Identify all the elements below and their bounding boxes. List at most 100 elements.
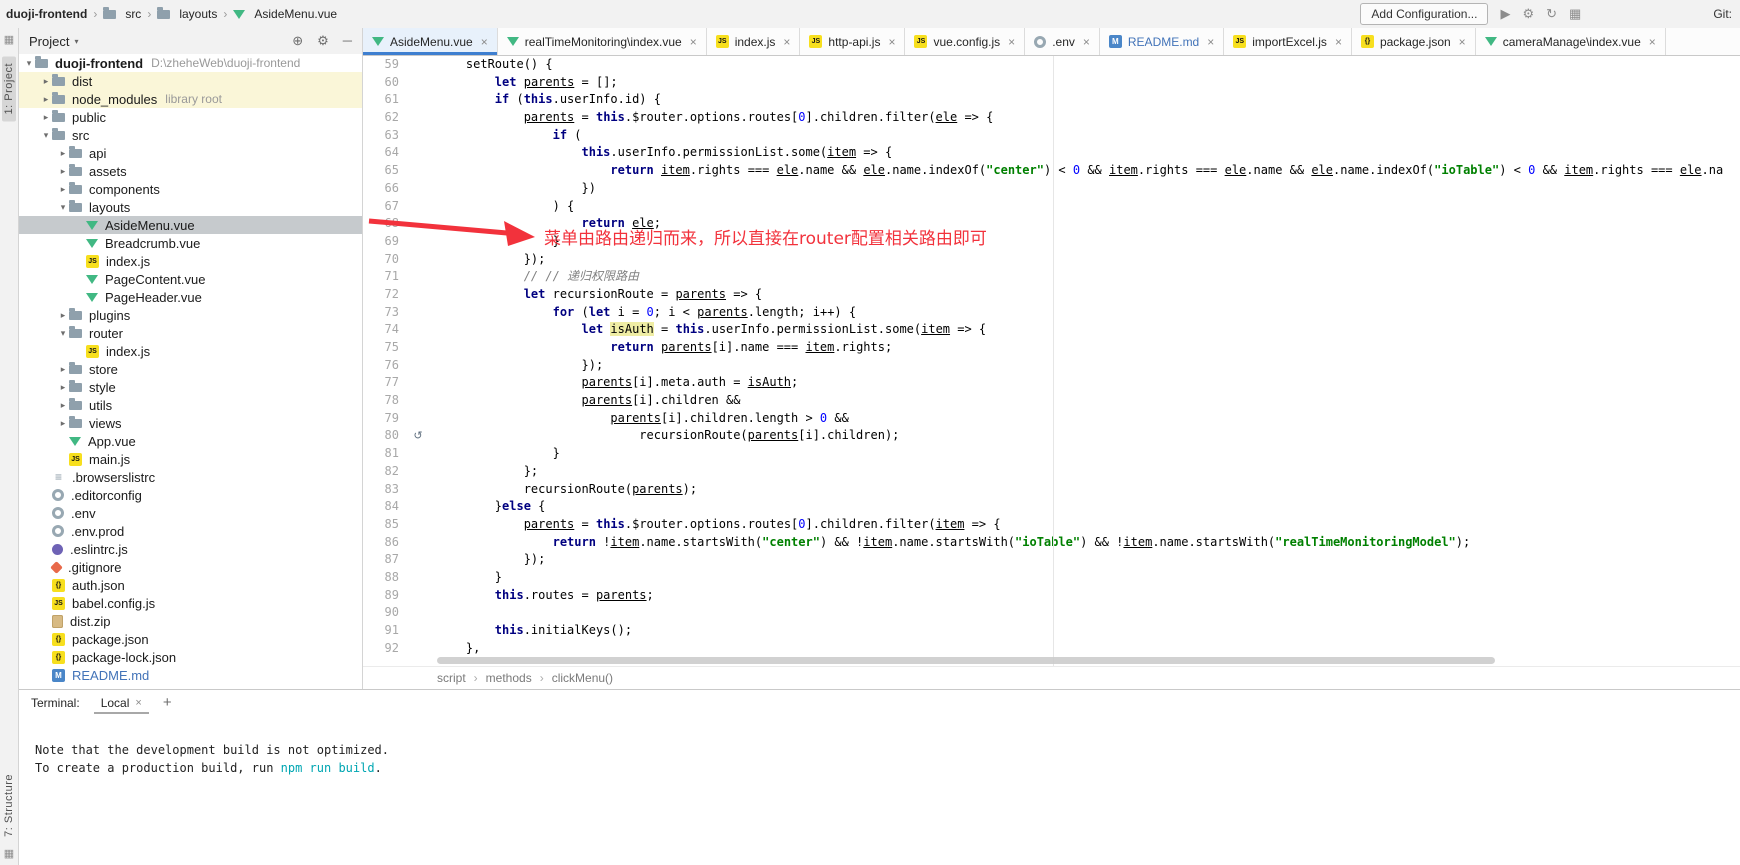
- close-icon[interactable]: ×: [888, 35, 895, 49]
- chevron-right-icon[interactable]: ▸: [57, 148, 69, 159]
- tree-item[interactable]: ▸plugins: [19, 306, 362, 324]
- code-line[interactable]: 84 }else {: [363, 498, 1740, 516]
- tree-item[interactable]: PageHeader.vue: [19, 288, 362, 306]
- breadcrumb-item[interactable]: src: [103, 7, 141, 21]
- editor-tab[interactable]: JSvue.config.js×: [905, 28, 1025, 55]
- code-line[interactable]: 86 return !item.name.startsWith("center"…: [363, 534, 1740, 552]
- code-line[interactable]: 62 parents = this.$router.options.routes…: [363, 109, 1740, 127]
- terminal-output[interactable]: Note that the development build is not o…: [19, 715, 1740, 777]
- close-icon[interactable]: ×: [481, 35, 488, 49]
- editor-tab[interactable]: JShttp-api.js×: [800, 28, 905, 55]
- tree-item[interactable]: ▸utils: [19, 396, 362, 414]
- tree-item[interactable]: {}auth.json: [19, 576, 362, 594]
- code-line[interactable]: 83 recursionRoute(parents);: [363, 481, 1740, 499]
- code-line[interactable]: 71 // // 递归权限路由: [363, 268, 1740, 286]
- chevron-right-icon[interactable]: ▸: [57, 166, 69, 177]
- code-line[interactable]: 80↺ recursionRoute(parents[i].children);: [363, 427, 1740, 445]
- code-line[interactable]: 88 }: [363, 569, 1740, 587]
- project-tool-button[interactable]: 1: Project: [2, 56, 16, 121]
- tree-item[interactable]: AsideMenu.vue: [19, 216, 362, 234]
- tree-item[interactable]: ▸api: [19, 144, 362, 162]
- tree-item[interactable]: .env.prod: [19, 522, 362, 540]
- chevron-right-icon[interactable]: ▸: [57, 310, 69, 321]
- code-line[interactable]: 73 for (let i = 0; i < parents.length; i…: [363, 304, 1740, 322]
- close-icon[interactable]: ×: [1008, 35, 1015, 49]
- breadcrumb-item[interactable]: script: [437, 671, 466, 685]
- code-line[interactable]: 79 parents[i].children.length > 0 &&: [363, 410, 1740, 428]
- settings-icon[interactable]: ⚙: [317, 33, 329, 49]
- chevron-down-icon[interactable]: ▾: [40, 130, 52, 141]
- chevron-right-icon[interactable]: ▸: [57, 184, 69, 195]
- chevron-right-icon[interactable]: ▸: [57, 364, 69, 375]
- code-line[interactable]: 59 setRoute() {: [363, 56, 1740, 74]
- code-line[interactable]: 85 parents = this.$router.options.routes…: [363, 516, 1740, 534]
- chevron-down-icon[interactable]: ▾: [57, 328, 69, 339]
- tree-item[interactable]: JSbabel.config.js: [19, 594, 362, 612]
- tree-item[interactable]: ▸views: [19, 414, 362, 432]
- editor-tab[interactable]: {}package.json×: [1352, 28, 1476, 55]
- code-line[interactable]: 63 if (: [363, 127, 1740, 145]
- locate-icon[interactable]: ⊕: [292, 33, 303, 49]
- tree-item[interactable]: ▸assets: [19, 162, 362, 180]
- chevron-right-icon[interactable]: ▸: [57, 400, 69, 411]
- chevron-down-icon[interactable]: ▾: [23, 58, 35, 69]
- code-line[interactable]: 87 });: [363, 551, 1740, 569]
- code-line[interactable]: 82 };: [363, 463, 1740, 481]
- editor-tab[interactable]: AsideMenu.vue×: [363, 28, 498, 55]
- editor-tab[interactable]: JSindex.js×: [707, 28, 801, 55]
- add-configuration-button[interactable]: Add Configuration...: [1360, 3, 1488, 25]
- code-line[interactable]: 81 }: [363, 445, 1740, 463]
- breadcrumb-item[interactable]: layouts: [157, 7, 217, 21]
- chevron-right-icon[interactable]: ▸: [57, 382, 69, 393]
- code-line[interactable]: 91 this.initialKeys();: [363, 622, 1740, 640]
- run-icon[interactable]: ▶: [1500, 6, 1510, 22]
- close-icon[interactable]: ×: [1335, 35, 1342, 49]
- chevron-right-icon[interactable]: ▸: [57, 418, 69, 429]
- code-line[interactable]: 64 this.userInfo.permissionList.some(ite…: [363, 144, 1740, 162]
- tree-item[interactable]: dist.zip: [19, 612, 362, 630]
- hide-icon[interactable]: ─: [343, 33, 352, 49]
- restore-windows-icon[interactable]: [4, 847, 14, 860]
- code-line[interactable]: 61 if (this.userInfo.id) {: [363, 91, 1740, 109]
- code-line[interactable]: 78 parents[i].children &&: [363, 392, 1740, 410]
- breadcrumb-item[interactable]: duoji-frontend: [6, 7, 87, 21]
- chevron-right-icon[interactable]: ▸: [40, 112, 52, 123]
- breadcrumb-item[interactable]: AsideMenu.vue: [233, 7, 337, 21]
- sync-icon[interactable]: ↻: [1546, 6, 1557, 22]
- editor-tab[interactable]: MREADME.md×: [1100, 28, 1224, 55]
- close-icon[interactable]: ×: [1083, 35, 1090, 49]
- settings-icon[interactable]: ⚙: [1522, 6, 1534, 22]
- tree-item[interactable]: ▸store: [19, 360, 362, 378]
- tree-item[interactable]: ▾router: [19, 324, 362, 342]
- close-icon[interactable]: ×: [783, 35, 790, 49]
- chevron-right-icon[interactable]: ▸: [40, 94, 52, 105]
- tree-item[interactable]: ▾src: [19, 126, 362, 144]
- code-line[interactable]: 72 let recursionRoute = parents => {: [363, 286, 1740, 304]
- code-line[interactable]: 67 ) {: [363, 198, 1740, 216]
- tree-item[interactable]: ▾duoji-frontendD:\zheheWeb\duoji-fronten…: [19, 54, 362, 72]
- tree-item[interactable]: .editorconfig: [19, 486, 362, 504]
- code-area[interactable]: 59 setRoute() {60 let parents = [];61 if…: [363, 56, 1740, 666]
- tree-item[interactable]: PageContent.vue: [19, 270, 362, 288]
- layout-icon[interactable]: ▦: [1569, 6, 1581, 22]
- code-line[interactable]: 65 return item.rights === ele.name && el…: [363, 162, 1740, 180]
- code-line[interactable]: 60 let parents = [];: [363, 74, 1740, 92]
- code-line[interactable]: 92 },: [363, 640, 1740, 658]
- editor-tab[interactable]: cameraManage\index.vue×: [1476, 28, 1666, 55]
- editor-tab[interactable]: realTimeMonitoring\index.vue×: [498, 28, 707, 55]
- tool-window-grid-icon[interactable]: [4, 33, 14, 46]
- chevron-down-icon[interactable]: ▾: [57, 202, 69, 213]
- close-icon[interactable]: ×: [1649, 35, 1656, 49]
- tree-item[interactable]: ▾layouts: [19, 198, 362, 216]
- editor-tab[interactable]: .env×: [1025, 28, 1100, 55]
- tree-item[interactable]: ▸node_moduleslibrary root: [19, 90, 362, 108]
- close-icon[interactable]: ×: [1207, 35, 1214, 49]
- chevron-down-icon[interactable]: ▾: [74, 37, 78, 46]
- code-line[interactable]: 70 });: [363, 251, 1740, 269]
- breadcrumb-item[interactable]: methods: [486, 671, 532, 685]
- tree-item[interactable]: Breadcrumb.vue: [19, 234, 362, 252]
- code-line[interactable]: 90: [363, 604, 1740, 622]
- tree-item[interactable]: {}package-lock.json: [19, 648, 362, 666]
- tree-item[interactable]: ▸components: [19, 180, 362, 198]
- horizontal-scrollbar[interactable]: [437, 657, 1495, 664]
